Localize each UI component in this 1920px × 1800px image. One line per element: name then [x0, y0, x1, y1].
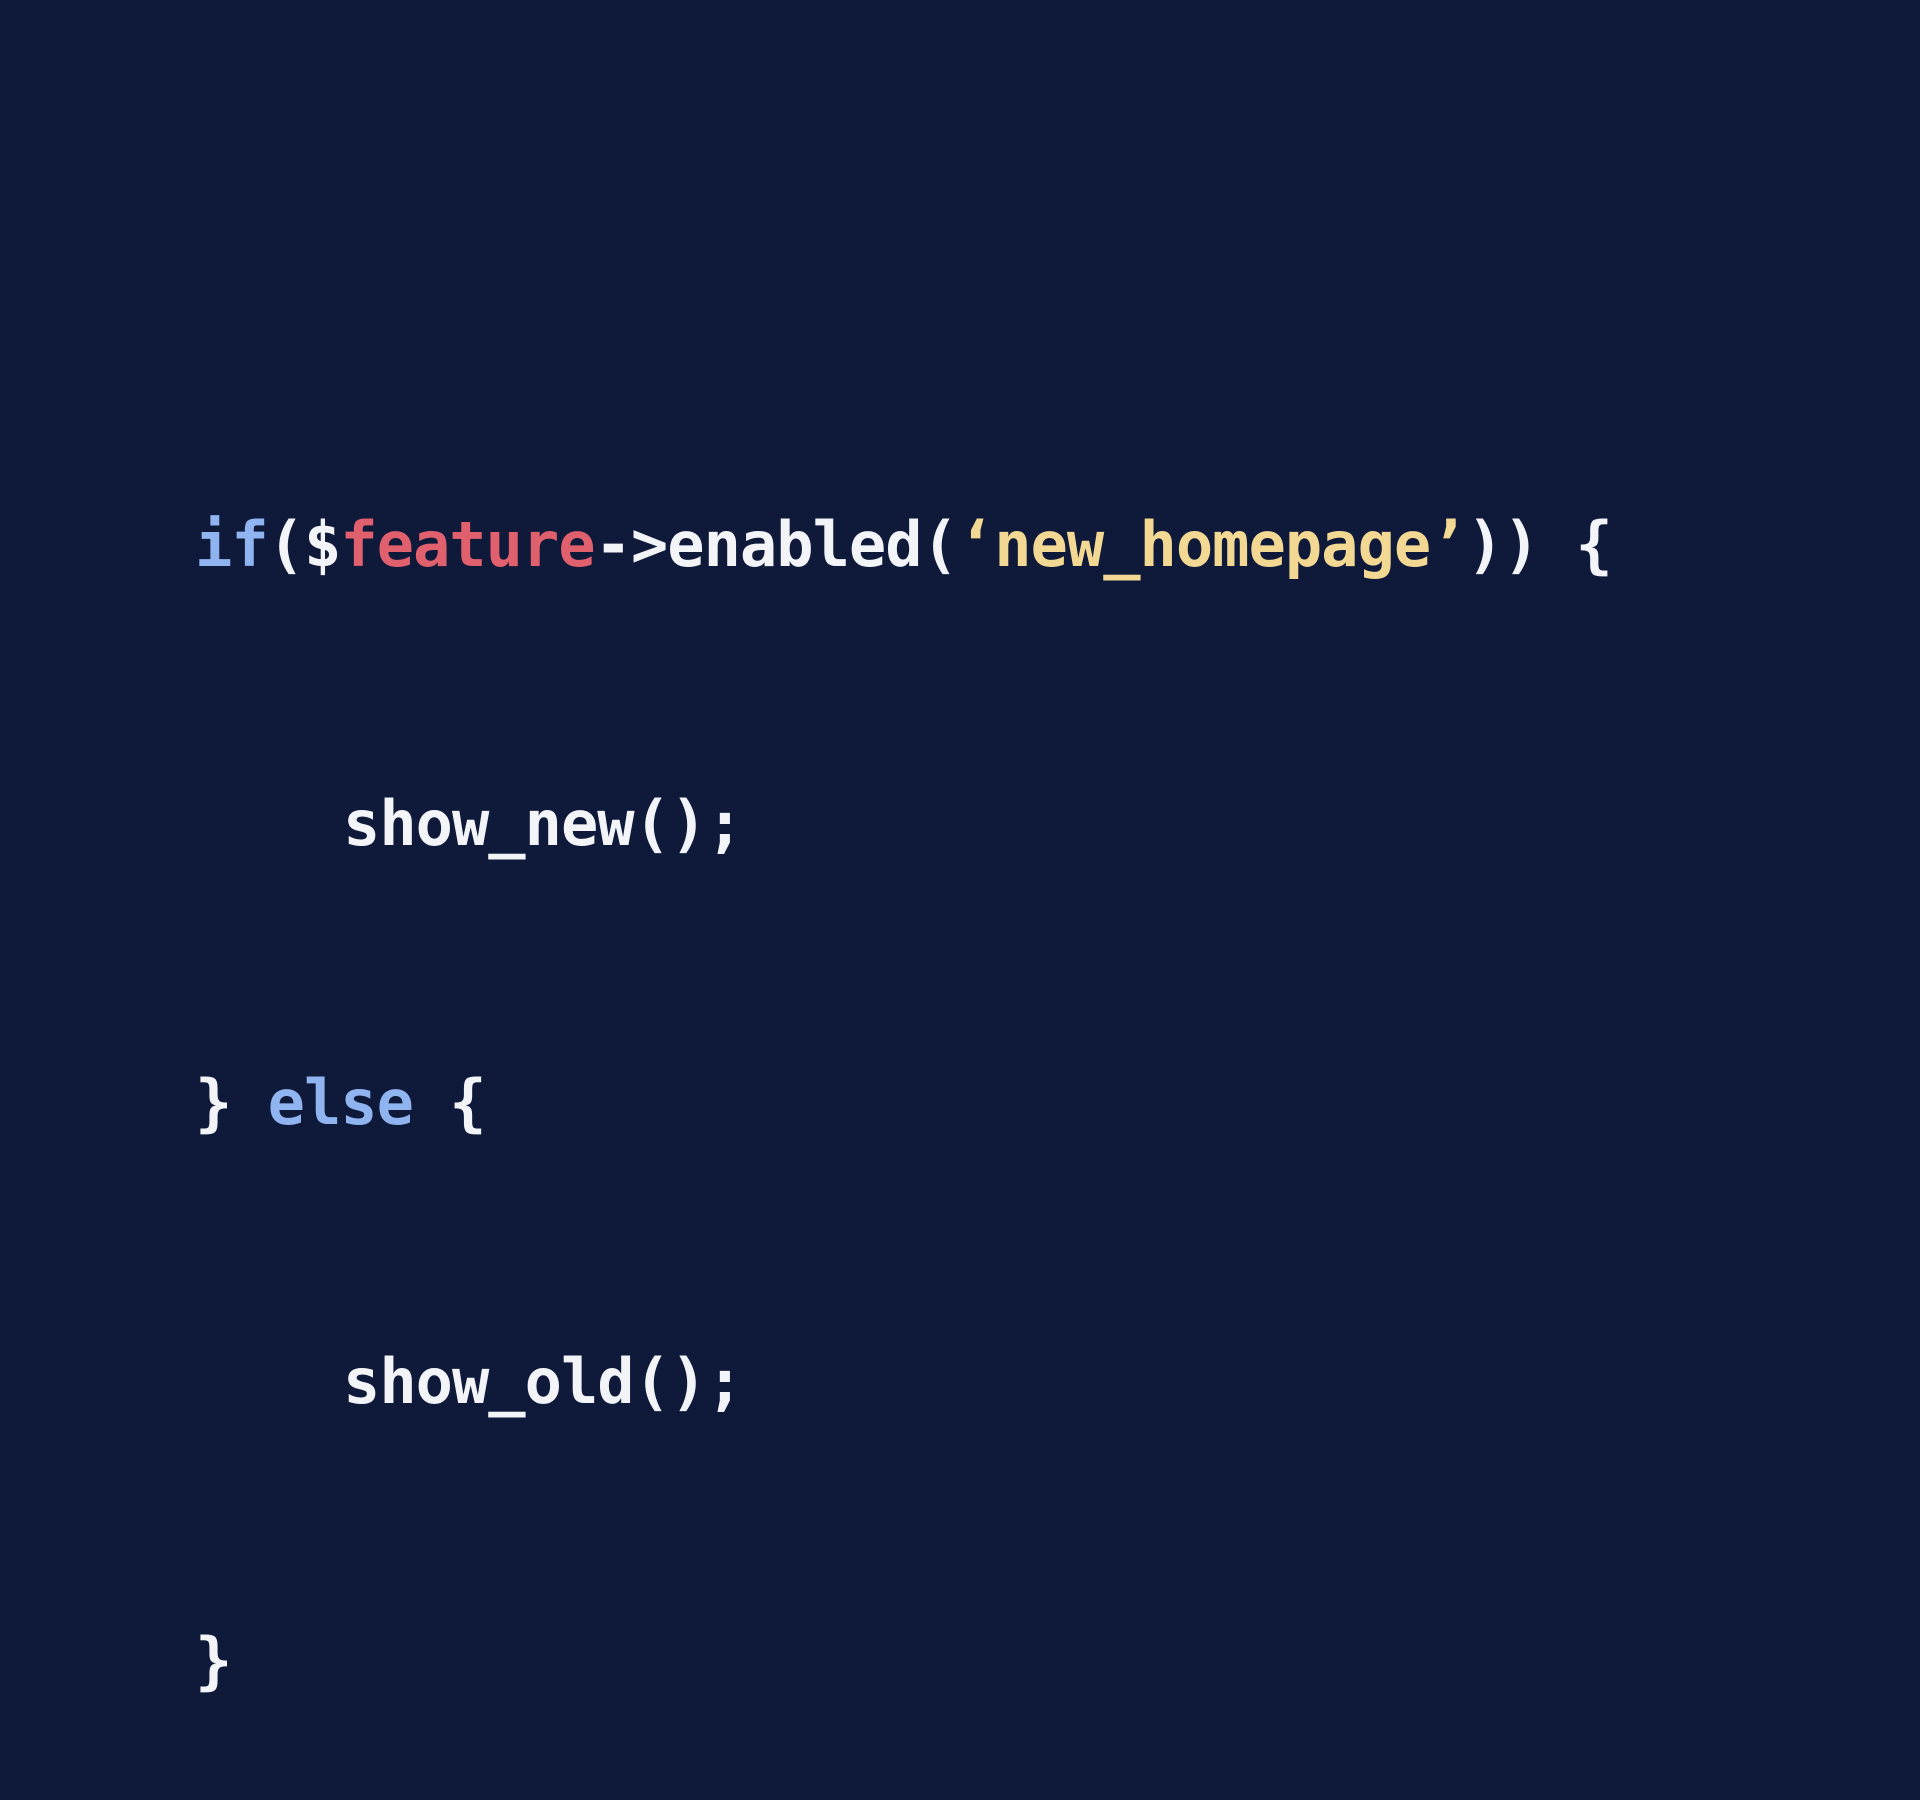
code-line-if: if($feature->enabled(‘new_homepage’)) {	[195, 498, 1613, 591]
brace-close-final: }	[195, 1624, 232, 1697]
code-line-show-old: show_old();	[195, 1335, 1612, 1428]
code-snippet: if($feature->enabled(‘new_homepage’)) { …	[195, 312, 1613, 1800]
variable-feature: feature	[340, 508, 595, 581]
code-line-end: }	[195, 1614, 1612, 1707]
brace-close: }	[195, 1066, 268, 1139]
call-show-new: show_new();	[343, 787, 744, 860]
keyword-else: else	[267, 1066, 414, 1139]
code-line-show-new: show_new();	[195, 777, 1612, 870]
paren-dollar: ($	[267, 508, 342, 581]
method-enabled: ->enabled(	[594, 508, 959, 581]
call-show-old: show_old();	[343, 1345, 744, 1418]
code-line-else: } else {	[195, 1056, 1612, 1149]
closing-parens-brace: )) {	[1466, 508, 1612, 581]
string-literal: ‘new_homepage’	[957, 508, 1468, 581]
keyword-if: if	[195, 508, 269, 581]
brace-open: {	[412, 1066, 486, 1139]
